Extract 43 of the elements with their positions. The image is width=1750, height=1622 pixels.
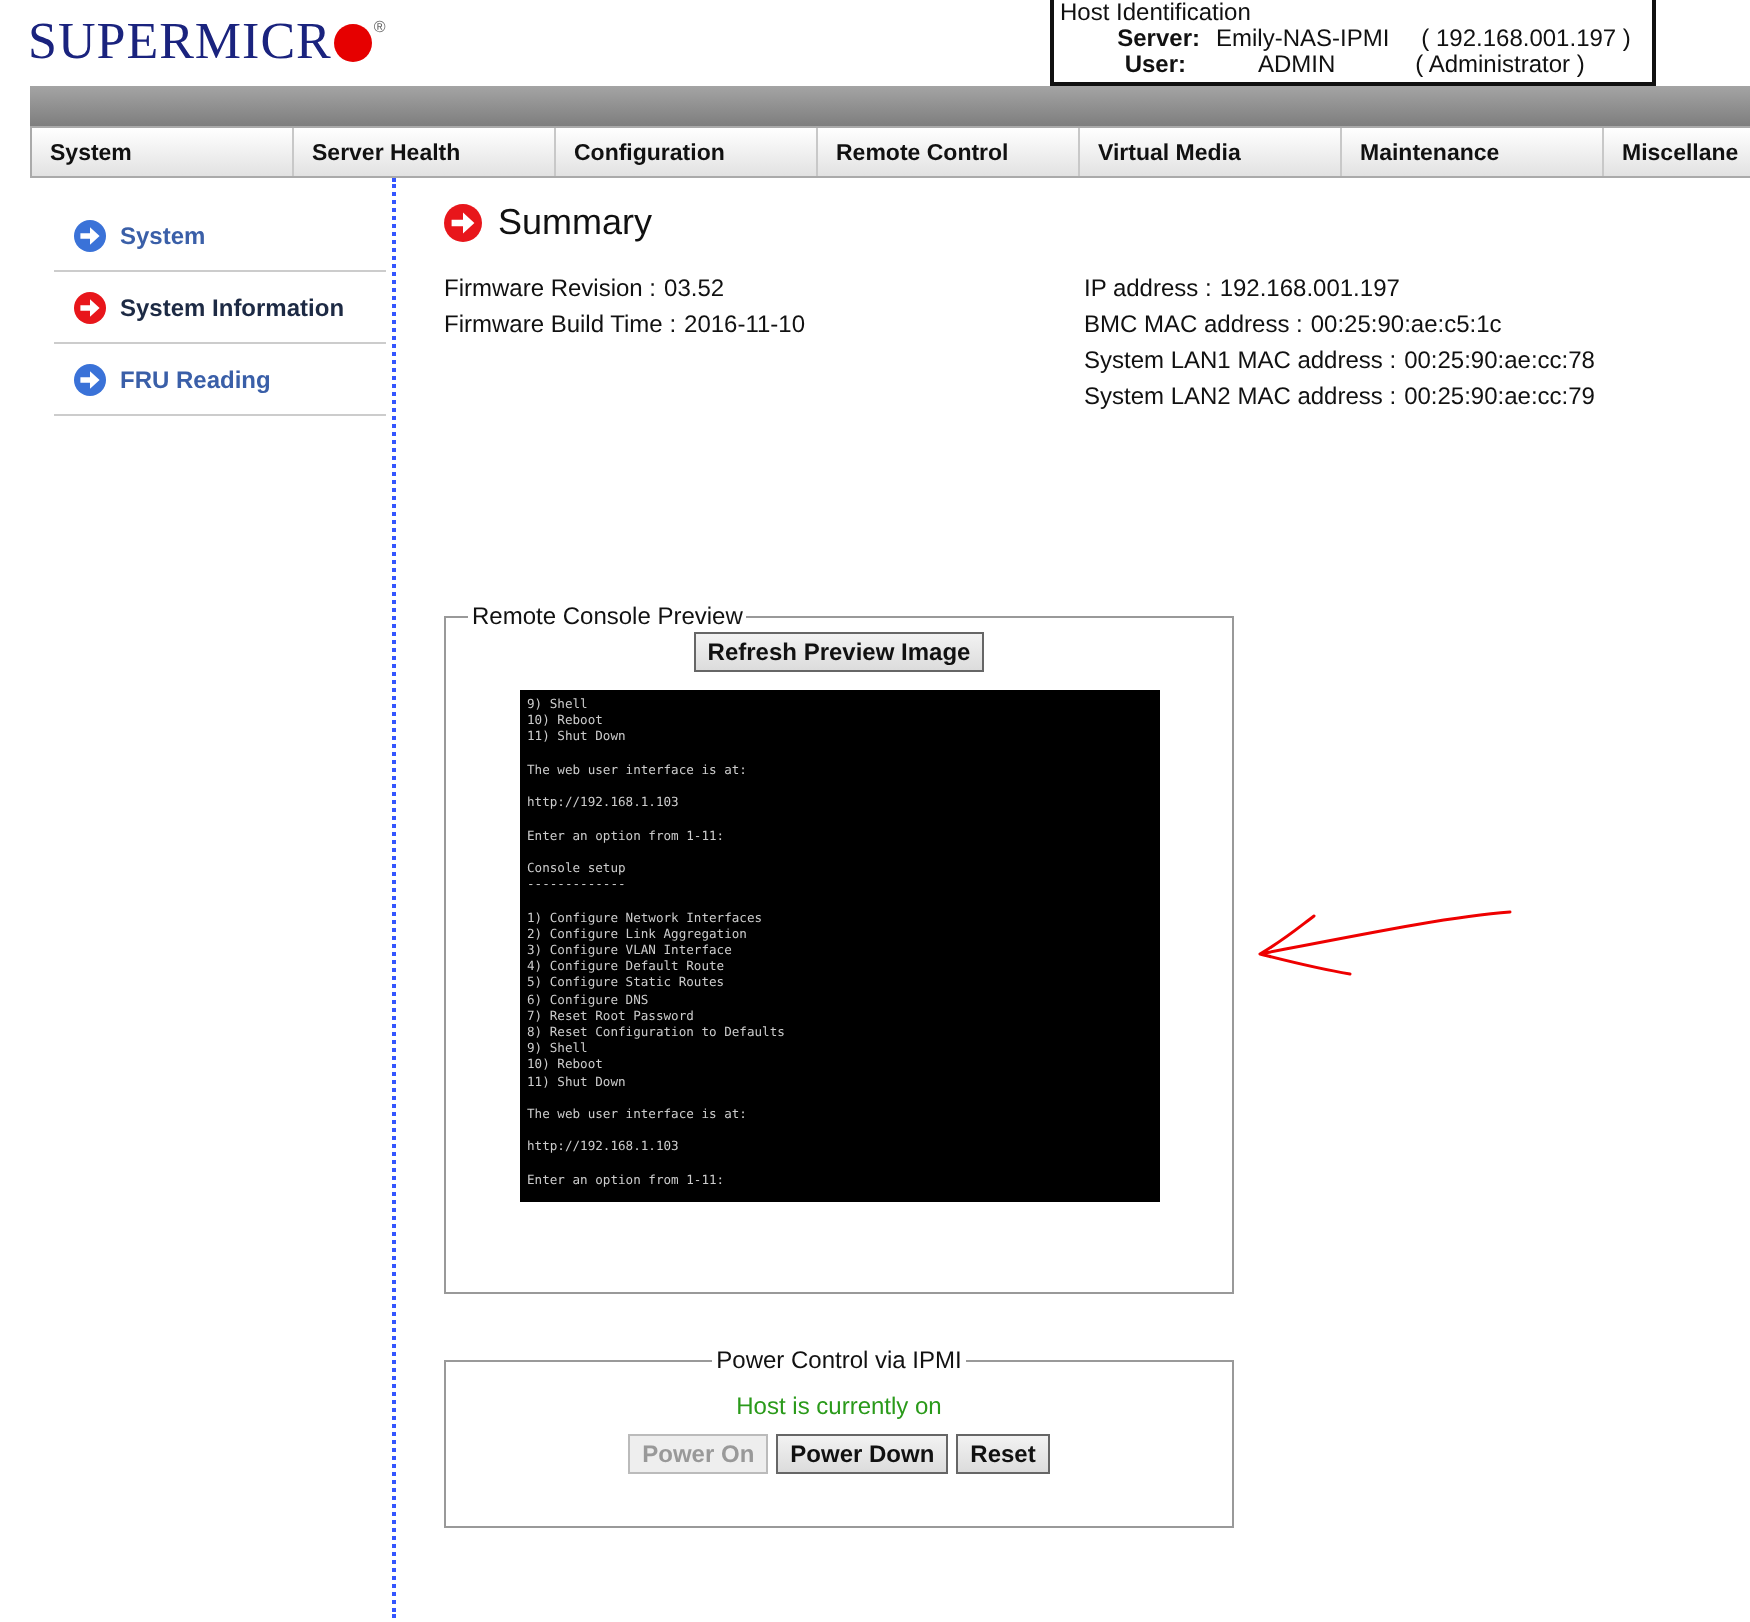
arrow-circle-icon bbox=[74, 219, 106, 251]
arrow-circle-icon bbox=[74, 363, 106, 395]
field-value: 2016-11-10 bbox=[684, 308, 806, 342]
field-label: BMC MAC address : bbox=[1084, 308, 1303, 342]
host-status: Host is currently on bbox=[736, 1392, 942, 1420]
sidebar-item[interactable]: System Information bbox=[54, 272, 386, 344]
server-name: Emily-NAS-IPMI bbox=[1216, 26, 1390, 52]
summary-title: Summary bbox=[498, 200, 653, 244]
menu-item[interactable]: Virtual Media bbox=[1080, 128, 1342, 176]
panel-legend: Power Control via IPMI bbox=[712, 1348, 966, 1372]
menu-item[interactable]: Miscellane bbox=[1604, 128, 1750, 176]
sidebar-item[interactable]: FRU Reading bbox=[54, 344, 386, 416]
user-name: ADMIN bbox=[1258, 52, 1336, 78]
menu-item[interactable]: Remote Control bbox=[818, 128, 1080, 176]
sidebar-item[interactable]: System bbox=[54, 200, 386, 272]
field-value: 192.168.001.197 bbox=[1219, 272, 1400, 306]
field-value: 00:25:90:ae:cc:79 bbox=[1404, 380, 1595, 414]
registered-mark: ® bbox=[373, 16, 386, 40]
menu-item[interactable]: Configuration bbox=[556, 128, 818, 176]
refresh-preview-button[interactable]: Refresh Preview Image bbox=[693, 632, 985, 672]
logo-text: SUPERMICR bbox=[28, 16, 332, 68]
field-value: 03.52 bbox=[664, 272, 725, 306]
server-label: Server: bbox=[1115, 26, 1200, 52]
power-button[interactable]: Reset bbox=[956, 1434, 1050, 1474]
panel-legend: Remote Console Preview bbox=[468, 604, 747, 628]
menu-item[interactable]: System bbox=[32, 128, 294, 176]
power-button[interactable]: Power Down bbox=[776, 1434, 949, 1474]
menu-item[interactable]: Maintenance bbox=[1342, 128, 1604, 176]
logo-dot-icon bbox=[333, 23, 372, 61]
menu-item[interactable]: Server Health bbox=[294, 128, 556, 176]
server-ip: ( 192.168.001.197 ) bbox=[1421, 26, 1631, 52]
field-label: System LAN2 MAC address : bbox=[1084, 380, 1397, 414]
field-value: 00:25:90:ae:c5:1c bbox=[1310, 308, 1502, 342]
field-label: Firmware Revision : bbox=[444, 272, 657, 306]
user-label: User: bbox=[1122, 52, 1186, 78]
field-label: IP address : bbox=[1084, 272, 1212, 306]
field-value: 00:25:90:ae:cc:78 bbox=[1404, 344, 1595, 378]
user-role: ( Administrator ) bbox=[1415, 52, 1585, 78]
panel-title: Host Identification bbox=[1060, 0, 1253, 26]
arrow-circle-icon bbox=[74, 291, 106, 323]
arrow-circle-icon bbox=[444, 203, 482, 241]
field-label: Firmware Build Time : bbox=[444, 308, 677, 342]
field-label: System LAN1 MAC address : bbox=[1084, 344, 1397, 378]
